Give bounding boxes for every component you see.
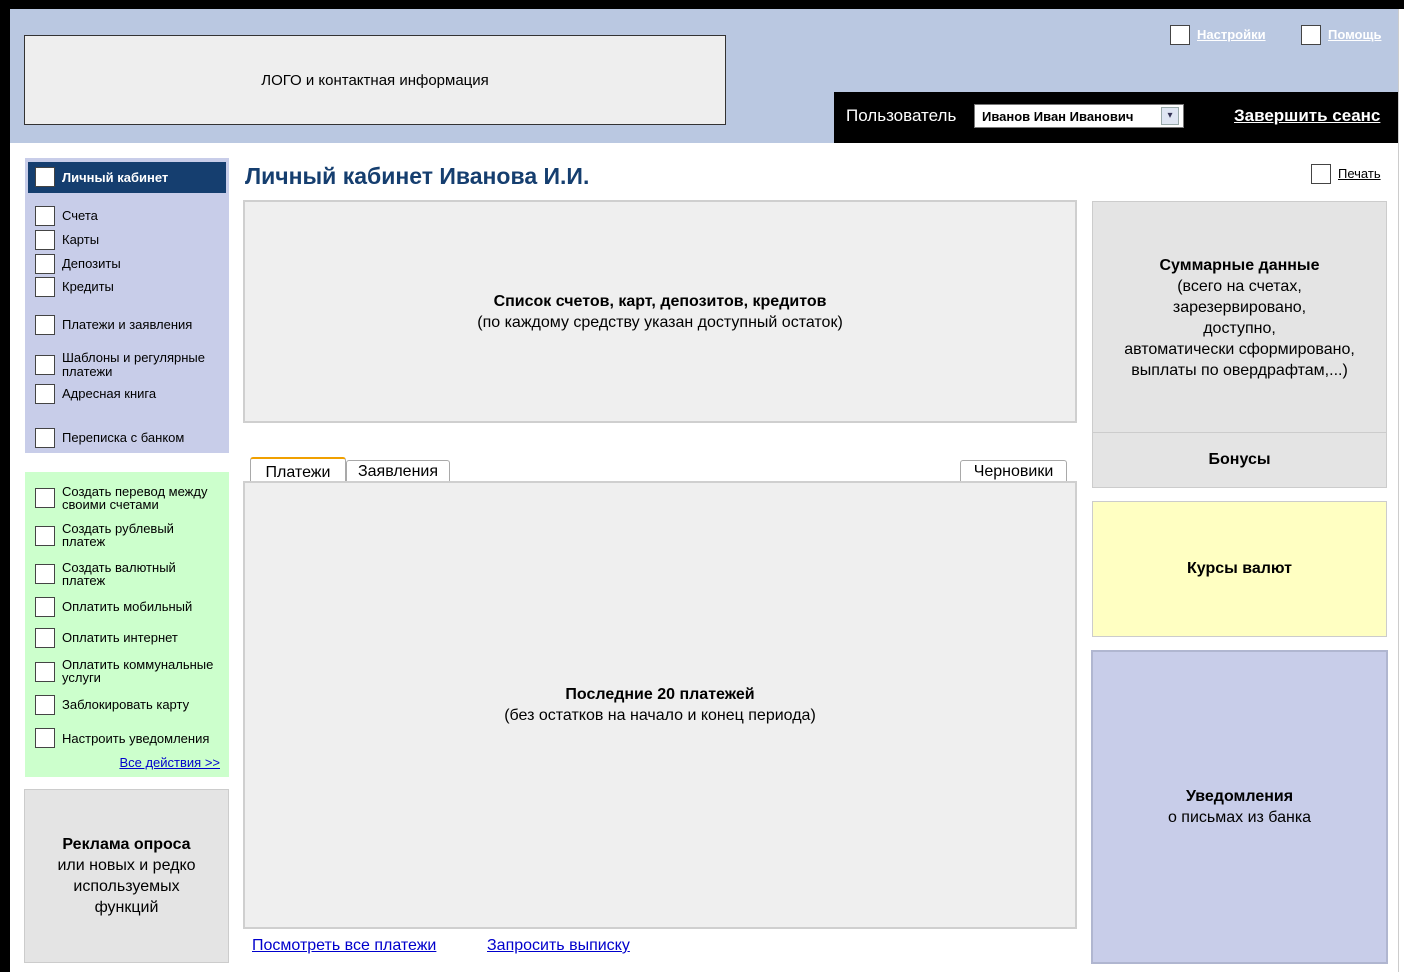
action-pay-mobile[interactable]: Оплатить мобильный <box>62 600 192 614</box>
page-title: Личный кабинет Иванова И.И. <box>245 163 590 189</box>
tab-payments[interactable]: Платежи <box>250 457 346 482</box>
sidebar-item-cards[interactable]: Карты <box>62 233 99 247</box>
notify-subtitle: о письмах из банка <box>1167 809 1312 826</box>
logo-text: ЛОГО и контактная информация <box>261 71 489 89</box>
sidebar-nav <box>25 158 229 453</box>
tab-statements[interactable]: Заявления <box>346 460 450 482</box>
sidebar-item-address-book[interactable]: Адресная книга <box>62 387 156 401</box>
scrollbar[interactable] <box>1398 9 1404 972</box>
action-ruble-payment[interactable]: Создать рублевый платеж <box>62 522 202 548</box>
print-icon[interactable] <box>1311 164 1331 184</box>
action-transfer-own[interactable]: Создать перевод между своими счетами <box>62 485 222 511</box>
all-actions-link[interactable]: Все действия >> <box>62 755 220 770</box>
accounts-icon[interactable] <box>35 206 55 226</box>
user-select-value: Иванов Иван Иванович <box>982 109 1134 124</box>
cabinet-icon <box>35 167 55 187</box>
bonus-panel: Бонусы <box>1092 432 1387 488</box>
print-link[interactable]: Печать <box>1338 166 1381 181</box>
sidebar-item-credits[interactable]: Кредиты <box>62 280 114 294</box>
action-block-card[interactable]: Заблокировать карту <box>62 698 189 712</box>
settings-icon[interactable] <box>1170 25 1190 45</box>
accounts-title: Список счетов, карт, депозитов, кредитов <box>493 292 827 310</box>
accounts-list-panel: Список счетов, карт, депозитов, кредитов… <box>243 200 1077 423</box>
payments-subtitle: (без остатков на начало и конец периода) <box>504 707 816 724</box>
internet-icon[interactable] <box>35 628 55 648</box>
summary-line: зарезервировано, <box>1172 298 1307 316</box>
view-all-payments-link[interactable]: Посмотреть все платежи <box>252 937 436 955</box>
help-icon[interactable] <box>1301 25 1321 45</box>
bonus-title: Бонусы <box>1208 451 1271 468</box>
sidebar-item-payments[interactable]: Платежи и заявления <box>62 318 192 332</box>
transfer-icon[interactable] <box>35 488 55 508</box>
logout-link[interactable]: Завершить сеанс <box>1234 106 1380 126</box>
accounts-subtitle: (по каждому средству указан доступный ос… <box>477 313 843 331</box>
window-left-border <box>0 0 10 972</box>
notifications-panel: Уведомления о письмах из банка <box>1091 650 1388 964</box>
user-select[interactable]: Иванов Иван Иванович ▾ <box>974 104 1184 128</box>
ad-text: или новых и редко используемых функций <box>57 857 196 916</box>
action-setup-notifications[interactable]: Настроить уведомления <box>62 732 209 746</box>
settings-link[interactable]: Настройки <box>1197 27 1266 42</box>
sidebar-item-messages[interactable]: Переписка с банком <box>62 431 184 445</box>
action-currency-payment[interactable]: Создать валютный платеж <box>62 561 202 587</box>
sidebar-item-deposits[interactable]: Депозиты <box>62 257 121 271</box>
summary-panel: Суммарные данные (всего на счетах, зарез… <box>1092 201 1387 433</box>
summary-line: выплаты по овердрафтам,...) <box>1131 361 1348 379</box>
currency-rates-panel: Курсы валют <box>1092 501 1387 637</box>
ruble-payment-icon[interactable] <box>35 526 55 546</box>
sidebar-item-accounts[interactable]: Счета <box>62 209 98 223</box>
dropdown-arrow-icon[interactable]: ▾ <box>1161 107 1179 125</box>
action-pay-utilities[interactable]: Оплатить коммунальные услуги <box>62 658 222 684</box>
sidebar-item-templates[interactable]: Шаблоны и регулярные платежи <box>62 351 222 379</box>
messages-icon[interactable] <box>35 428 55 448</box>
summary-line: доступно, <box>1203 319 1276 337</box>
notifications-settings-icon[interactable] <box>35 728 55 748</box>
window-top-border <box>0 0 1404 9</box>
block-card-icon[interactable] <box>35 695 55 715</box>
credits-icon[interactable] <box>35 277 55 297</box>
action-pay-internet[interactable]: Оплатить интернет <box>62 631 178 645</box>
help-link[interactable]: Помощь <box>1328 27 1381 42</box>
tab-drafts[interactable]: Черновики <box>960 460 1067 482</box>
payments-icon[interactable] <box>35 315 55 335</box>
user-label: Пользователь <box>846 106 957 125</box>
summary-title: Суммарные данные <box>1159 256 1320 274</box>
recent-payments-panel: Последние 20 платежей (без остатков на н… <box>243 481 1077 929</box>
payments-title: Последние 20 платежей <box>565 686 755 703</box>
mobile-icon[interactable] <box>35 597 55 617</box>
notify-title: Уведомления <box>1185 788 1294 805</box>
rates-title: Курсы валют <box>1186 560 1293 577</box>
ad-banner[interactable]: Реклама опроса или новых и редко использ… <box>24 789 229 963</box>
logo-and-contacts: ЛОГО и контактная информация <box>24 35 726 125</box>
templates-icon[interactable] <box>35 355 55 375</box>
summary-line: (всего на счетах, <box>1177 277 1302 295</box>
sidebar-item-label: Личный кабинет <box>62 170 169 185</box>
summary-line: автоматически сформировано, <box>1124 340 1355 358</box>
currency-payment-icon[interactable] <box>35 564 55 584</box>
ad-title: Реклама опроса <box>62 836 191 853</box>
cards-icon[interactable] <box>35 230 55 250</box>
deposits-icon[interactable] <box>35 254 55 274</box>
address-book-icon[interactable] <box>35 384 55 404</box>
utilities-icon[interactable] <box>35 662 55 682</box>
request-statement-link[interactable]: Запросить выписку <box>487 937 630 955</box>
